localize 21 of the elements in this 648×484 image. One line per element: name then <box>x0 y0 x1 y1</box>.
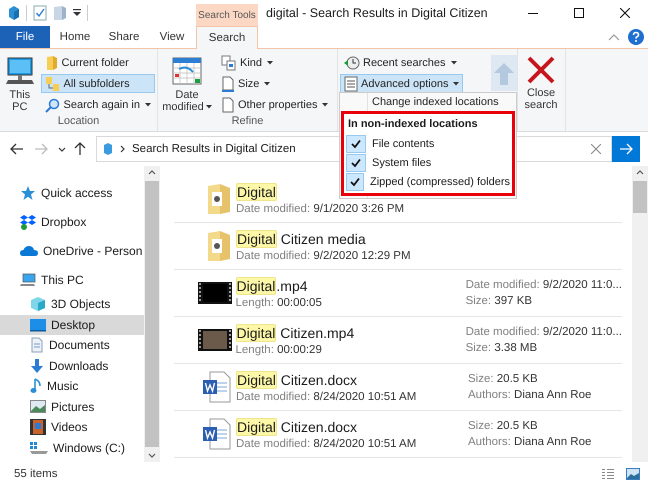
file-detail: Length: 00:00:05 <box>236 296 322 308</box>
file-detail: Date modified: 9/2/2020 11:0... <box>466 279 622 291</box>
menu-section-header: In non-indexed locations <box>347 117 479 132</box>
group-label: Refine <box>230 115 264 129</box>
file-detail: Size: 3.38 MB <box>466 342 538 354</box>
file-detail: Date modified: 8/24/2020 10:51 AM <box>236 390 416 402</box>
file-detail: Size: 20.5 KB <box>468 420 538 432</box>
context-tab-header: Search Tools <box>196 4 258 26</box>
window-title: digital - Search Results in Digital Citizen <box>265 5 489 22</box>
address-path: Search Results in Digital Citizen <box>132 143 296 155</box>
file-detail: Date modified: 9/2/2020 12:29 PM <box>236 250 411 262</box>
file-detail: Size: 397 KB <box>466 295 532 307</box>
file-detail: Date modified: 9/1/2020 3:26 PM <box>236 202 404 214</box>
file-detail: Length: 00:00:29 <box>236 344 322 356</box>
file-detail: Size: 20.5 KB <box>468 373 538 385</box>
item-count: 55 items <box>14 468 58 480</box>
file-detail: Authors: Diana Ann Roe <box>468 436 592 448</box>
file-detail: Date modified: 8/24/2020 10:51 AM <box>236 438 416 450</box>
group-label: Location <box>56 115 100 129</box>
file-detail: Date modified: 9/2/2020 11:0... <box>466 326 622 338</box>
file-detail: Authors: Diana Ann Roe <box>468 389 592 401</box>
